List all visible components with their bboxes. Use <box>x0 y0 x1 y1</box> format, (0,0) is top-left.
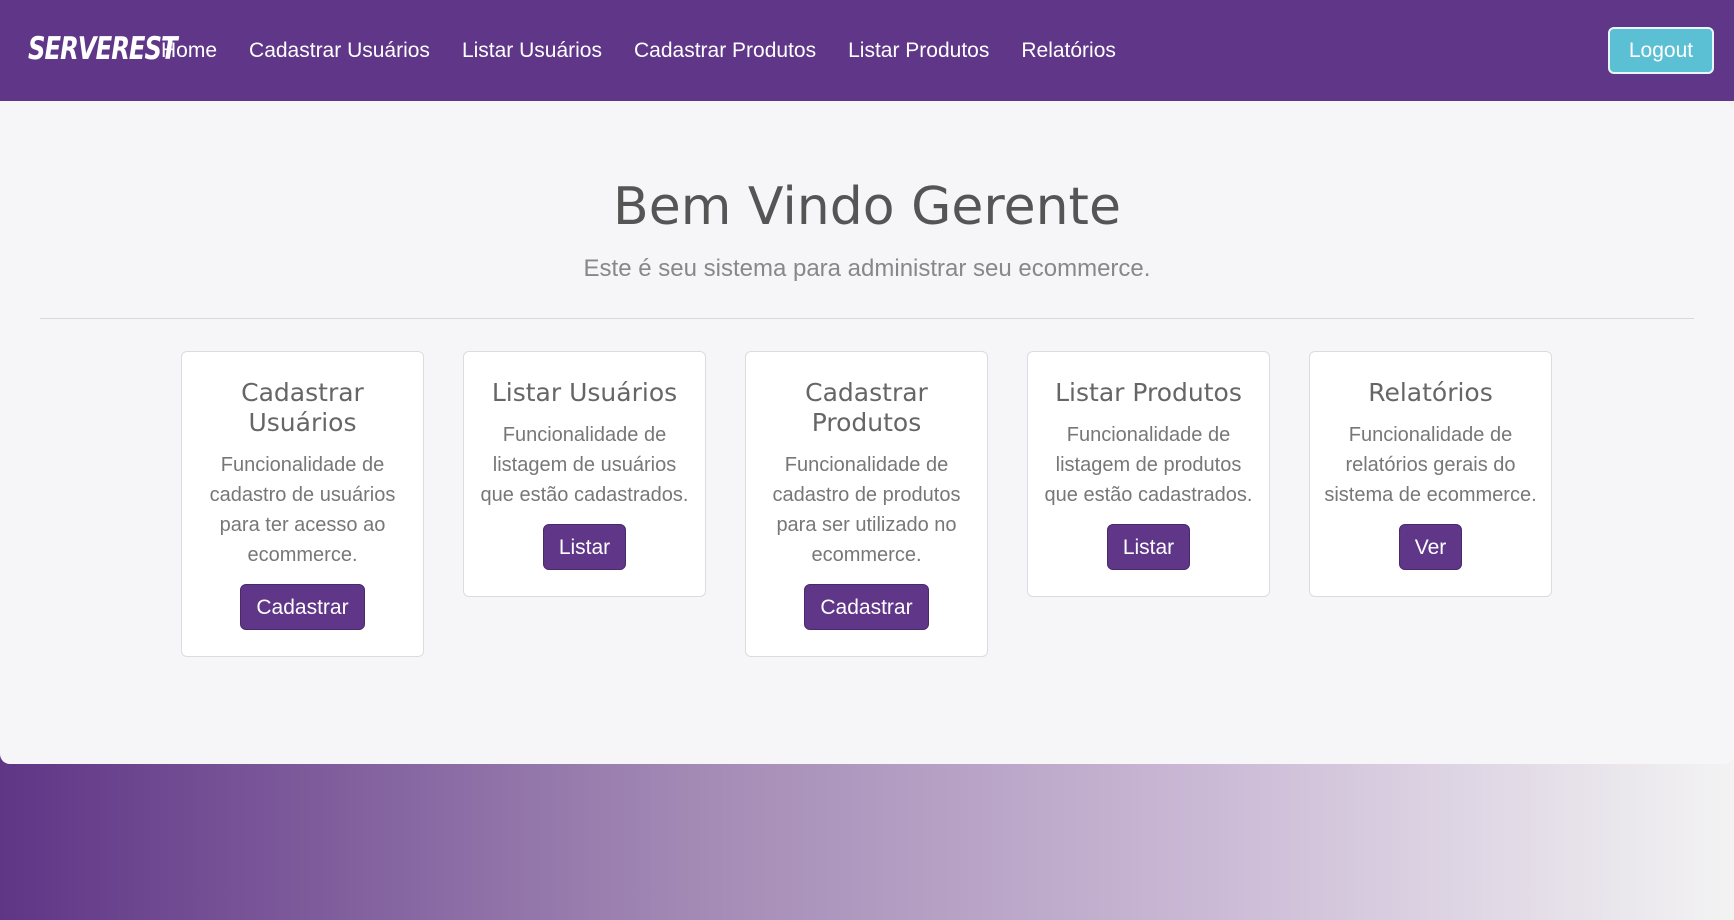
card-text: Funcionalidade de relatórios gerais do s… <box>1324 424 1537 506</box>
card-title: Relatórios <box>1368 378 1493 407</box>
card-relatorios: Relatórios Funcionalidade de relatórios … <box>1309 351 1552 597</box>
cadastrar-usuarios-button[interactable]: Cadastrar <box>240 584 365 630</box>
page-subtitle: Este é seu sistema para administrar seu … <box>583 255 1151 282</box>
nav-link-cadastrar-usuarios[interactable]: Cadastrar Usuários <box>249 39 430 63</box>
card-title: Cadastrar Usuários <box>241 378 364 437</box>
logout-button[interactable]: Logout <box>1608 27 1714 74</box>
card-cadastrar-produtos: Cadastrar Produtos Funcionalidade de cad… <box>745 351 988 657</box>
nav-link-cadastrar-produtos[interactable]: Cadastrar Produtos <box>634 39 816 63</box>
card-text: Funcionalidade de cadastro de produtos p… <box>772 454 961 566</box>
card-title: Listar Usuários <box>491 378 678 407</box>
card-title: Listar Produtos <box>1055 378 1242 407</box>
card-listar-usuarios: Listar Usuários Funcionalidade de listag… <box>463 351 706 597</box>
serverest-logo[interactable]: SERVEREST <box>28 32 178 68</box>
listar-usuarios-button[interactable]: Listar <box>542 524 627 570</box>
nav-link-home[interactable]: Home <box>161 39 217 63</box>
card-text: Funcionalidade de listagem de usuários q… <box>480 424 689 506</box>
navbar: SERVEREST Home Cadastrar Usuários Listar… <box>0 0 1734 101</box>
nav-link-listar-usuarios[interactable]: Listar Usuários <box>462 39 602 63</box>
nav-link-listar-produtos[interactable]: Listar Produtos <box>848 39 989 63</box>
nav-link-relatorios[interactable]: Relatórios <box>1021 39 1116 63</box>
card-text: Funcionalidade de cadastro de usuários p… <box>209 454 396 566</box>
card-listar-produtos: Listar Produtos Funcionalidade de listag… <box>1027 351 1270 597</box>
nav-links: Home Cadastrar Usuários Listar Usuários … <box>161 0 1148 101</box>
card-text: Funcionalidade de listagem de produtos q… <box>1044 424 1253 506</box>
ver-relatorios-button[interactable]: Ver <box>1398 524 1463 570</box>
page-title: Bem Vindo Gerente <box>613 177 1121 237</box>
cadastrar-produtos-button[interactable]: Cadastrar <box>804 584 929 630</box>
divider <box>40 318 1694 319</box>
card-cadastrar-usuarios: Cadastrar Usuários Funcionalidade de cad… <box>181 351 424 657</box>
main-panel: Bem Vindo Gerente Este é seu sistema par… <box>0 101 1734 764</box>
listar-produtos-button[interactable]: Listar <box>1106 524 1191 570</box>
card-title: Cadastrar Produtos <box>805 378 928 437</box>
